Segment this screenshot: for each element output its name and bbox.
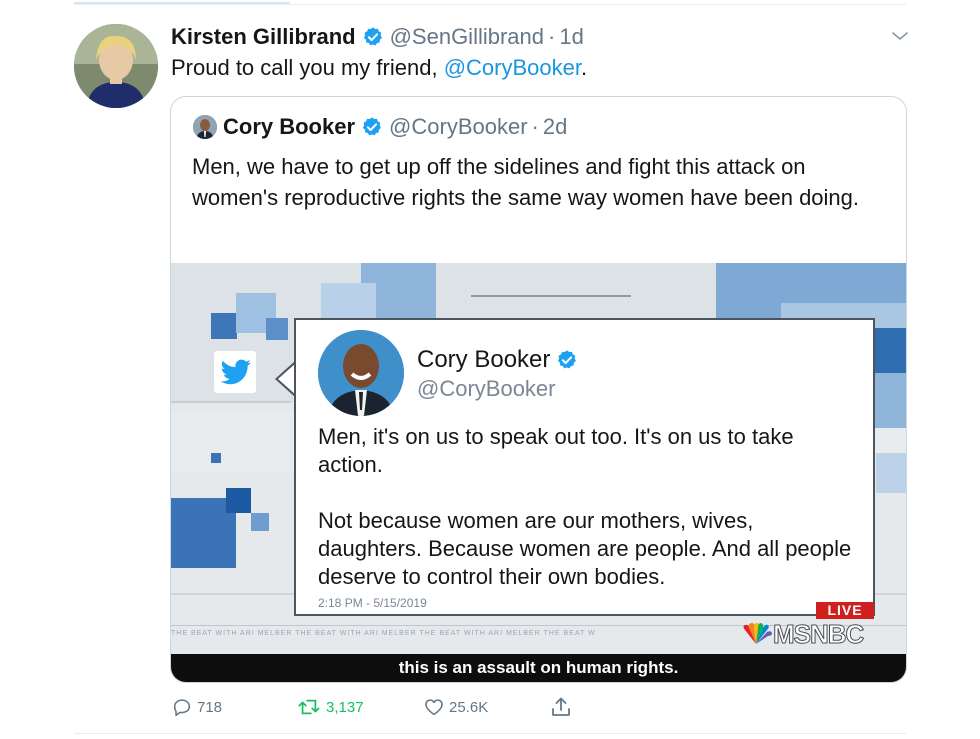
verified-badge-icon <box>362 117 381 136</box>
quoted-tweet[interactable]: Cory Booker @CoryBooker · 2d Men, we hav… <box>170 96 907 683</box>
reply-icon <box>173 699 191 717</box>
card-paragraph-1: Men, it's on us to speak out too. It's o… <box>318 424 794 477</box>
retweet-icon <box>298 699 320 715</box>
nbc-peacock-icon <box>743 622 772 644</box>
card-date: 2:18 PM - 5/15/2019 <box>318 596 427 610</box>
reply-count: 718 <box>197 698 223 716</box>
quoted-author-avatar <box>193 115 217 139</box>
like-icon <box>425 699 443 716</box>
separator-dot: · <box>548 24 556 49</box>
live-badge: LIVE <box>816 602 874 619</box>
card-paragraph-2: Not because women are our mothers, wives… <box>318 508 852 589</box>
retweet-count: 3,137 <box>326 698 364 716</box>
quoted-tweet-video[interactable]: Cory Booker @CoryBooker Men, it's on us … <box>171 263 906 682</box>
bottom-divider <box>74 733 906 734</box>
verified-badge-icon <box>558 350 577 369</box>
author-name[interactable]: Kirsten Gillibrand <box>171 24 356 50</box>
quoted-author-line: Cory Booker @CoryBooker · 2d <box>223 113 567 141</box>
separator-dot: · <box>531 114 539 139</box>
retweet-button[interactable]: 3,137 <box>296 694 364 720</box>
video-caption: this is an assault on human rights. <box>171 654 906 682</box>
network-name: MSNBC <box>772 618 864 649</box>
quoted-tweet-text: Men, we have to get up off the sidelines… <box>192 154 860 210</box>
card-name-line: Cory Booker <box>417 346 584 374</box>
author-handle[interactable]: @SenGillibrand <box>390 24 544 50</box>
quoted-tweet-timestamp[interactable]: 2d <box>543 114 567 140</box>
quoted-author-handle[interactable]: @CoryBooker <box>389 114 528 140</box>
like-count: 25.6K <box>449 698 489 716</box>
tweet-timestamp[interactable]: 1d <box>559 24 583 50</box>
verified-badge-icon <box>363 27 382 46</box>
share-icon <box>552 697 570 716</box>
reply-button[interactable]: 718 <box>171 694 222 720</box>
news-ticker: THE BEAT WITH ARI MELBER THE BEAT WITH A… <box>171 630 596 637</box>
author-avatar-image <box>74 24 158 108</box>
quoted-author-name[interactable]: Cory Booker <box>223 114 355 140</box>
mention-link[interactable]: @CoryBooker <box>444 55 581 80</box>
card-name: Cory Booker <box>417 346 551 373</box>
twitter-logo-tile <box>214 351 256 393</box>
card-avatar <box>318 330 404 416</box>
tweet-text: Proud to call you my friend, @CoryBooker… <box>171 55 587 81</box>
card-body: Men, it's on us to speak out too. It's o… <box>318 423 863 619</box>
onscreen-tweet-card: Cory Booker @CoryBooker Men, it's on us … <box>294 318 875 616</box>
author-avatar[interactable] <box>74 24 158 108</box>
top-divider <box>74 4 906 5</box>
network-logo: MSNBC <box>739 618 865 649</box>
tweet-text-end: . <box>580 55 588 80</box>
tweet-text-body: Proud to call you my friend, <box>171 55 444 80</box>
chevron-down-icon[interactable] <box>888 24 912 48</box>
card-handle: @CoryBooker <box>417 376 556 401</box>
tweet-actions: 718 3,137 25.6K <box>171 694 905 720</box>
twitter-bird-icon <box>220 359 251 385</box>
author-line: Kirsten Gillibrand @SenGillibrand · 1d <box>171 22 584 52</box>
like-button[interactable]: 25.6K <box>423 694 488 720</box>
share-button[interactable] <box>549 694 577 720</box>
